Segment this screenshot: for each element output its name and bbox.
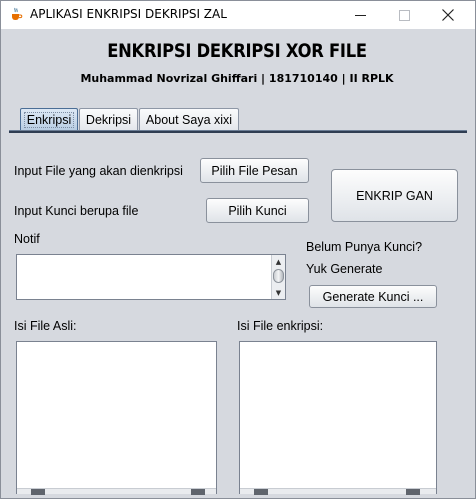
original-file-text bbox=[17, 342, 216, 346]
tab-dekripsi[interactable]: Dekripsi bbox=[79, 108, 138, 130]
encrypted-hscrollbar[interactable] bbox=[240, 488, 436, 495]
notif-label: Notif bbox=[14, 232, 40, 246]
tab-label: Dekripsi bbox=[85, 112, 132, 127]
java-cup-icon bbox=[12, 7, 23, 20]
scroll-right-knob[interactable] bbox=[191, 489, 205, 495]
original-file-textarea[interactable] bbox=[16, 341, 217, 495]
generate-key-button[interactable]: Generate Kunci ... bbox=[309, 285, 437, 308]
tab-label: Enkripsi bbox=[23, 111, 75, 128]
tab-divider bbox=[9, 130, 467, 133]
scroll-thumb[interactable] bbox=[273, 269, 284, 283]
generate-prompt-label: Yuk Generate bbox=[306, 262, 383, 276]
input-file-label: Input File yang akan dienkripsi bbox=[14, 164, 183, 178]
minimize-button[interactable] bbox=[337, 1, 383, 29]
original-file-label: Isi File Asli: bbox=[14, 319, 77, 333]
no-key-label: Belum Punya Kunci? bbox=[306, 240, 423, 254]
encrypted-file-label: Isi File enkripsi: bbox=[237, 319, 324, 333]
tab-enkripsi[interactable]: Enkripsi bbox=[20, 108, 78, 130]
encrypted-file-textarea[interactable] bbox=[239, 341, 437, 495]
window-title: APLIKASI ENKRIPSI DEKRIPSI ZAL bbox=[30, 7, 227, 21]
scroll-right-knob[interactable] bbox=[406, 489, 420, 495]
scroll-down-icon[interactable]: ▼ bbox=[272, 287, 285, 298]
encrypt-button[interactable]: ENKRIP GAN bbox=[331, 169, 458, 222]
tab-label: About Saya xixi bbox=[145, 112, 233, 127]
scroll-left-knob[interactable] bbox=[254, 489, 268, 495]
maximize-button[interactable] bbox=[381, 1, 427, 29]
minimize-icon bbox=[354, 14, 366, 16]
input-key-label: Input Kunci berupa file bbox=[14, 204, 139, 218]
notif-scrollbar[interactable]: ▲ ▼ bbox=[271, 255, 285, 299]
page-subtitle: Muhammad Novrizal Ghiffari | 181710140 |… bbox=[80, 72, 394, 85]
scroll-up-icon[interactable]: ▲ bbox=[272, 256, 285, 267]
close-icon bbox=[442, 9, 454, 21]
pick-key-button[interactable]: Pilih Kunci bbox=[206, 198, 309, 223]
tab-about[interactable]: About Saya xixi bbox=[139, 108, 239, 130]
maximize-icon bbox=[398, 9, 410, 21]
notif-textarea[interactable]: ▲ ▼ bbox=[16, 254, 286, 300]
notif-text bbox=[17, 255, 285, 259]
pick-file-button[interactable]: Pilih File Pesan bbox=[200, 158, 309, 183]
page-title: ENKRIPSI DEKRIPSI XOR FILE bbox=[107, 40, 367, 62]
encrypted-file-text bbox=[240, 342, 436, 346]
original-hscrollbar[interactable] bbox=[17, 488, 216, 495]
scroll-left-knob[interactable] bbox=[31, 489, 45, 495]
close-button[interactable] bbox=[425, 1, 471, 29]
